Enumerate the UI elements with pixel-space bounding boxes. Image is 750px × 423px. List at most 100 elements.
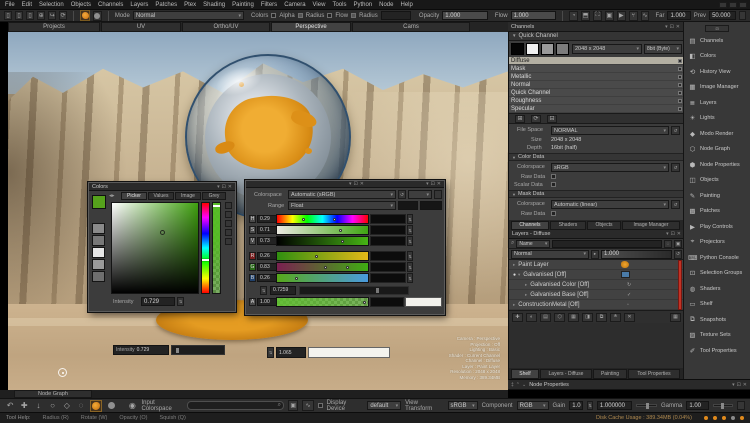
new-project-icon[interactable]: ▯ [4, 11, 12, 20]
view-transform-dropdown[interactable]: sRGB [448, 401, 478, 410]
channel-visibility-checkbox[interactable] [678, 91, 682, 95]
menu-layers[interactable]: Layers [130, 2, 148, 8]
palette-dock-icon[interactable]: ▾ [217, 184, 220, 190]
resolution-dropdown[interactable]: 2048 x 2048 [572, 44, 642, 54]
menu-filters[interactable]: Filters [261, 2, 277, 8]
ellipse-select-icon[interactable]: ○ [48, 400, 58, 411]
picker-tab[interactable]: Picker [121, 192, 147, 200]
sidebar-item-play-controls[interactable]: ▶Play Controls [684, 222, 750, 231]
sidebar-item-patches[interactable]: ▩Patches [684, 207, 750, 216]
hue-stepper[interactable]: ⇅ [407, 214, 413, 224]
import-icon[interactable]: ⊕ [37, 11, 45, 20]
alpha-checkbox[interactable] [271, 13, 276, 18]
scalar-data-checkbox[interactable] [551, 182, 556, 187]
menu-channels[interactable]: Channels [98, 2, 123, 8]
toolbar-end-icon[interactable] [739, 11, 746, 20]
menu-painting[interactable]: Painting [232, 2, 254, 8]
colorspace-prop-dropdown[interactable]: sRGB [551, 163, 669, 172]
hue-gradient-slider[interactable] [276, 214, 369, 224]
mask-data-expander[interactable]: ▼ Mask Data [509, 190, 684, 198]
grey-swatch-3[interactable] [92, 247, 105, 258]
panel-dock-icon-2[interactable]: ▾ [426, 181, 429, 187]
np-up-icon[interactable]: ⌃ [516, 382, 520, 388]
sidebar-item-selection-groups[interactable]: ⊡Selection Groups [684, 269, 750, 278]
vector-tool-icon[interactable]: ↓ [33, 400, 43, 411]
gain-slider-field[interactable]: 1.000000 [597, 401, 633, 410]
floating-value-field[interactable]: 1.065 [276, 347, 306, 358]
lut-checkbox[interactable] [318, 403, 323, 408]
remove-channel-icon[interactable]: ⊟ [547, 115, 557, 123]
sidebar-collapse-button[interactable]: ⊡ [705, 25, 729, 32]
picker-option-4[interactable] [225, 229, 232, 236]
prev-field[interactable]: 50.000 [709, 11, 736, 20]
add-group-icon[interactable]: ▦ [568, 313, 579, 322]
layer-amount-slider[interactable]: 1.000 [601, 250, 672, 259]
val-gradient-slider[interactable] [276, 236, 369, 246]
val-stepper[interactable]: ⇅ [407, 236, 413, 246]
color-sample-icon[interactable]: ◉ [127, 400, 137, 411]
panel-dock-icon[interactable]: ▾ [349, 181, 352, 187]
window-icon-3[interactable] [739, 2, 747, 8]
filter-mode-dropdown[interactable]: Name [516, 240, 550, 248]
channel-visibility-checkbox[interactable] [678, 75, 682, 79]
stack-icon[interactable]: ▣ [605, 11, 614, 21]
dock-tab-shaders[interactable]: Shaders [550, 221, 586, 230]
panel-float-icon-2[interactable]: ⊡ [431, 181, 435, 187]
blur-tool-icon[interactable] [106, 400, 117, 412]
channel-row-quick-channel[interactable]: Quick Channel [509, 89, 684, 97]
tab-projects[interactable]: Projects [8, 22, 100, 32]
menu-camera[interactable]: Camera [284, 2, 305, 8]
wave-icon[interactable]: ∿ [641, 11, 650, 21]
picker-option-1[interactable] [225, 202, 232, 209]
input-colorspace-search[interactable]: ⌕ [187, 401, 284, 410]
floating-value-stepper[interactable]: ⇅ [267, 347, 274, 358]
floating-value-bar[interactable] [308, 347, 390, 358]
quick-channel-white-swatch[interactable] [526, 43, 539, 55]
intensity-stepper[interactable]: ⇅ [177, 297, 184, 306]
blend-option-icon[interactable]: ▸ [591, 250, 599, 259]
tab-perspective[interactable]: Perspective [271, 22, 351, 32]
dock-float-icon[interactable]: ⊡ [670, 24, 674, 30]
curve-icon[interactable]: ∿ [302, 400, 313, 411]
file-space-dropdown[interactable]: NORMAL [551, 126, 669, 135]
blend-mode-dropdown[interactable]: Normal [511, 250, 589, 259]
channel-row-specular[interactable]: Specular [509, 105, 684, 113]
gain-slider-track[interactable] [636, 404, 657, 407]
sidebar-item-modo-render[interactable]: ◆Modo Render [684, 129, 750, 138]
secondary-btn[interactable] [434, 190, 442, 199]
dock-tab-channels[interactable]: Channels [511, 221, 549, 230]
layers-dock-icon[interactable]: ▾ [666, 231, 669, 237]
panel-close-icon-2[interactable]: ✕ [437, 181, 441, 187]
picker-option-3[interactable] [225, 220, 232, 227]
bottom-end-icon[interactable] [737, 401, 745, 410]
menu-python[interactable]: Python [353, 2, 372, 8]
sidebar-item-objects[interactable]: ◫Objects [684, 176, 750, 185]
paint-brush-tool-icon[interactable] [90, 400, 102, 412]
sidebar-item-channels[interactable]: ▤Channels [684, 36, 750, 45]
add-graph-layer-icon[interactable]: ⬡ [554, 313, 565, 322]
sat-stepper[interactable]: ⇅ [407, 225, 413, 235]
layers-scrollbar[interactable] [678, 260, 682, 310]
sidebar-item-history-view[interactable]: ⟲History View [684, 67, 750, 76]
channel-row-diffuse[interactable]: Diffuse [509, 57, 684, 65]
filter-input[interactable] [552, 240, 662, 248]
layer-row-paint-layer[interactable]: ▸ Paint Layer [509, 260, 684, 270]
blue-value-field[interactable]: 0.26 [257, 274, 277, 282]
alpha-value-field[interactable]: 1.00 [257, 298, 277, 306]
eraser-tool-icon[interactable] [93, 11, 102, 21]
active-color-swatch[interactable] [92, 195, 106, 209]
floating-intensity-box[interactable]: Intensity 0.729 [113, 345, 169, 355]
sidebar-item-projectors[interactable]: ⌖Projectors [684, 238, 750, 247]
radius2-checkbox[interactable] [351, 13, 356, 18]
mask-colorspace-reset-icon[interactable]: ↺ [671, 200, 680, 209]
filter-clear-icon[interactable]: ◌ [664, 240, 672, 248]
panel-intensity-field[interactable]: 0.7259 [270, 286, 296, 295]
merge-layer-icon[interactable]: ≚ [610, 313, 621, 322]
alpha-slider[interactable] [212, 202, 221, 294]
green-stepper[interactable]: ⇅ [407, 262, 413, 272]
quick-channel-black-swatch[interactable] [511, 43, 524, 55]
menu-patches[interactable]: Patches [155, 2, 177, 8]
saturation-value-picker[interactable] [111, 202, 199, 294]
duplicate-layer-icon[interactable]: ⧉ [596, 313, 607, 322]
tab-painting[interactable]: Painting [593, 369, 627, 379]
